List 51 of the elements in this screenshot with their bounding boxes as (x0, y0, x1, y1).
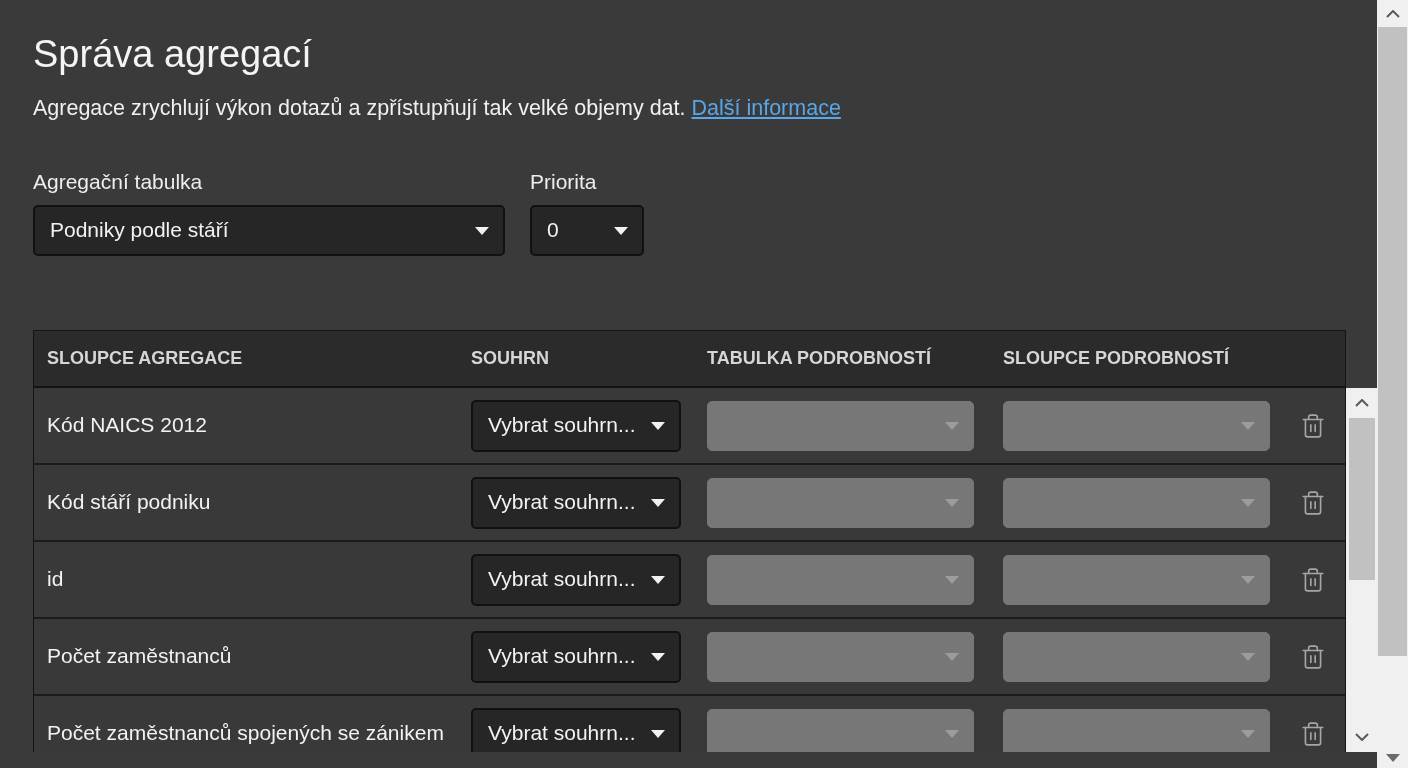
summary-select[interactable]: Vybrat souhrn... (471, 476, 681, 529)
caret-icon (651, 575, 665, 584)
caret-icon (945, 729, 959, 738)
field-label: Priorita (530, 169, 597, 195)
caret-icon (475, 226, 489, 235)
trash-icon[interactable] (1300, 566, 1326, 593)
caret-icon (651, 421, 665, 430)
scrollbar[interactable] (1346, 388, 1377, 752)
summary-select[interactable]: Vybrat souhrn... (471, 399, 681, 452)
caret-icon (1241, 421, 1255, 430)
dropdown[interactable]: 0 (530, 205, 644, 256)
caret-icon (651, 729, 665, 738)
trash-icon[interactable] (1300, 720, 1326, 747)
caret-icon (1241, 498, 1255, 507)
caret-down-icon[interactable] (1385, 754, 1400, 762)
chevron-up-icon[interactable] (1354, 399, 1369, 407)
caret-icon (651, 498, 665, 507)
dropdown[interactable]: Podniky podle stáří (33, 205, 505, 256)
scrollbar-thumb[interactable] (1348, 418, 1375, 580)
trash-icon[interactable] (1300, 489, 1326, 516)
caret-icon (1241, 575, 1255, 584)
column-header: SLOUPCE AGREGACE (47, 348, 243, 369)
table-cell: Kód stáří podniku (47, 490, 211, 515)
caret-icon (1241, 729, 1255, 738)
trash-icon[interactable] (1300, 643, 1326, 670)
more-info-link[interactable]: Další informace (691, 96, 841, 120)
table-cell: Počet zaměstnanců (47, 644, 232, 669)
page-title: Správa agregací (33, 32, 312, 77)
scrollbar-thumb[interactable] (1378, 27, 1407, 656)
caret-icon (945, 575, 959, 584)
caret-icon (945, 421, 959, 430)
chevron-up-icon[interactable] (1385, 9, 1400, 18)
column-header: TABULKA PODROBNOSTÍ (707, 348, 931, 369)
table-cell: id (47, 567, 64, 592)
column-header: SOUHRN (471, 348, 549, 369)
caret-icon (614, 226, 628, 235)
summary-select[interactable]: Vybrat souhrn... (471, 707, 681, 752)
caret-icon (945, 498, 959, 507)
summary-select[interactable]: Vybrat souhrn... (471, 630, 681, 683)
table-cell: Počet zaměstnanců spojených se zánikem (47, 721, 444, 746)
trash-icon[interactable] (1300, 412, 1326, 439)
chevron-down-icon[interactable] (1354, 733, 1369, 741)
table-cell: Kód NAICS 2012 (47, 413, 207, 438)
column-header: SLOUPCE PODROBNOSTÍ (1003, 348, 1230, 369)
description-text: Agregace zrychlují výkon dotazů a zpřístupňují tak velké objemy dat. Další informace (33, 95, 841, 122)
caret-icon (1241, 652, 1255, 661)
scrollbar[interactable] (1377, 0, 1408, 768)
summary-select[interactable]: Vybrat souhrn... (471, 553, 681, 606)
field-label: Agregační tabulka (33, 169, 203, 195)
caret-icon (651, 652, 665, 661)
caret-icon (945, 652, 959, 661)
